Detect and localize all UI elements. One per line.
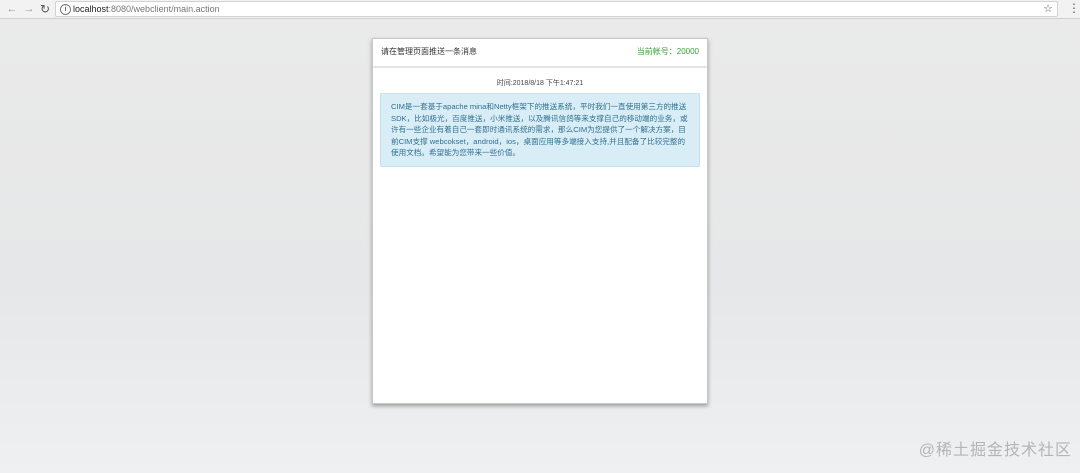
star-icon[interactable]: ☆ (1043, 2, 1053, 16)
message-time: 时间:2018/8/18 下午1:47:21 (496, 80, 584, 87)
panel-title: 请在管理页面推送一条消息 (381, 47, 477, 56)
info-icon[interactable]: i (60, 4, 71, 15)
url-text[interactable]: localhost:8080/webclient/main.action (73, 3, 220, 15)
message-bubble: CIM是一套基于apache mina和Netty框架下的推送系统，平时我们一直… (380, 93, 700, 167)
current-account: 当前帐号：20000 (636, 47, 699, 56)
message-text: CIM是一套基于apache mina和Netty框架下的推送系统，平时我们一直… (391, 102, 688, 158)
vertical-dots-icon[interactable]: ⋮ (1068, 1, 1080, 17)
panel-header: 请在管理页面推送一条消息 当前帐号：20000 (373, 39, 707, 68)
address-bar[interactable]: i localhost:8080/webclient/main.action ☆ (55, 1, 1058, 17)
forward-button[interactable]: → (21, 1, 37, 17)
browser-toolbar: ← → ↻ i localhost:8080/webclient/main.ac… (0, 0, 1080, 19)
url-path: :8080/webclient/main.action (108, 4, 220, 14)
reload-icon: ↻ (39, 2, 51, 16)
back-button[interactable]: ← (4, 1, 20, 17)
arrow-left-icon: ← (6, 3, 18, 15)
reload-button[interactable]: ↻ (37, 1, 53, 17)
arrow-right-icon: → (23, 3, 35, 15)
watermark: @稀土掘金技术社区 (918, 442, 1072, 459)
message-panel: 请在管理页面推送一条消息 当前帐号：20000 时间:2018/8/18 下午1… (372, 38, 708, 404)
url-host: localhost (73, 4, 109, 14)
